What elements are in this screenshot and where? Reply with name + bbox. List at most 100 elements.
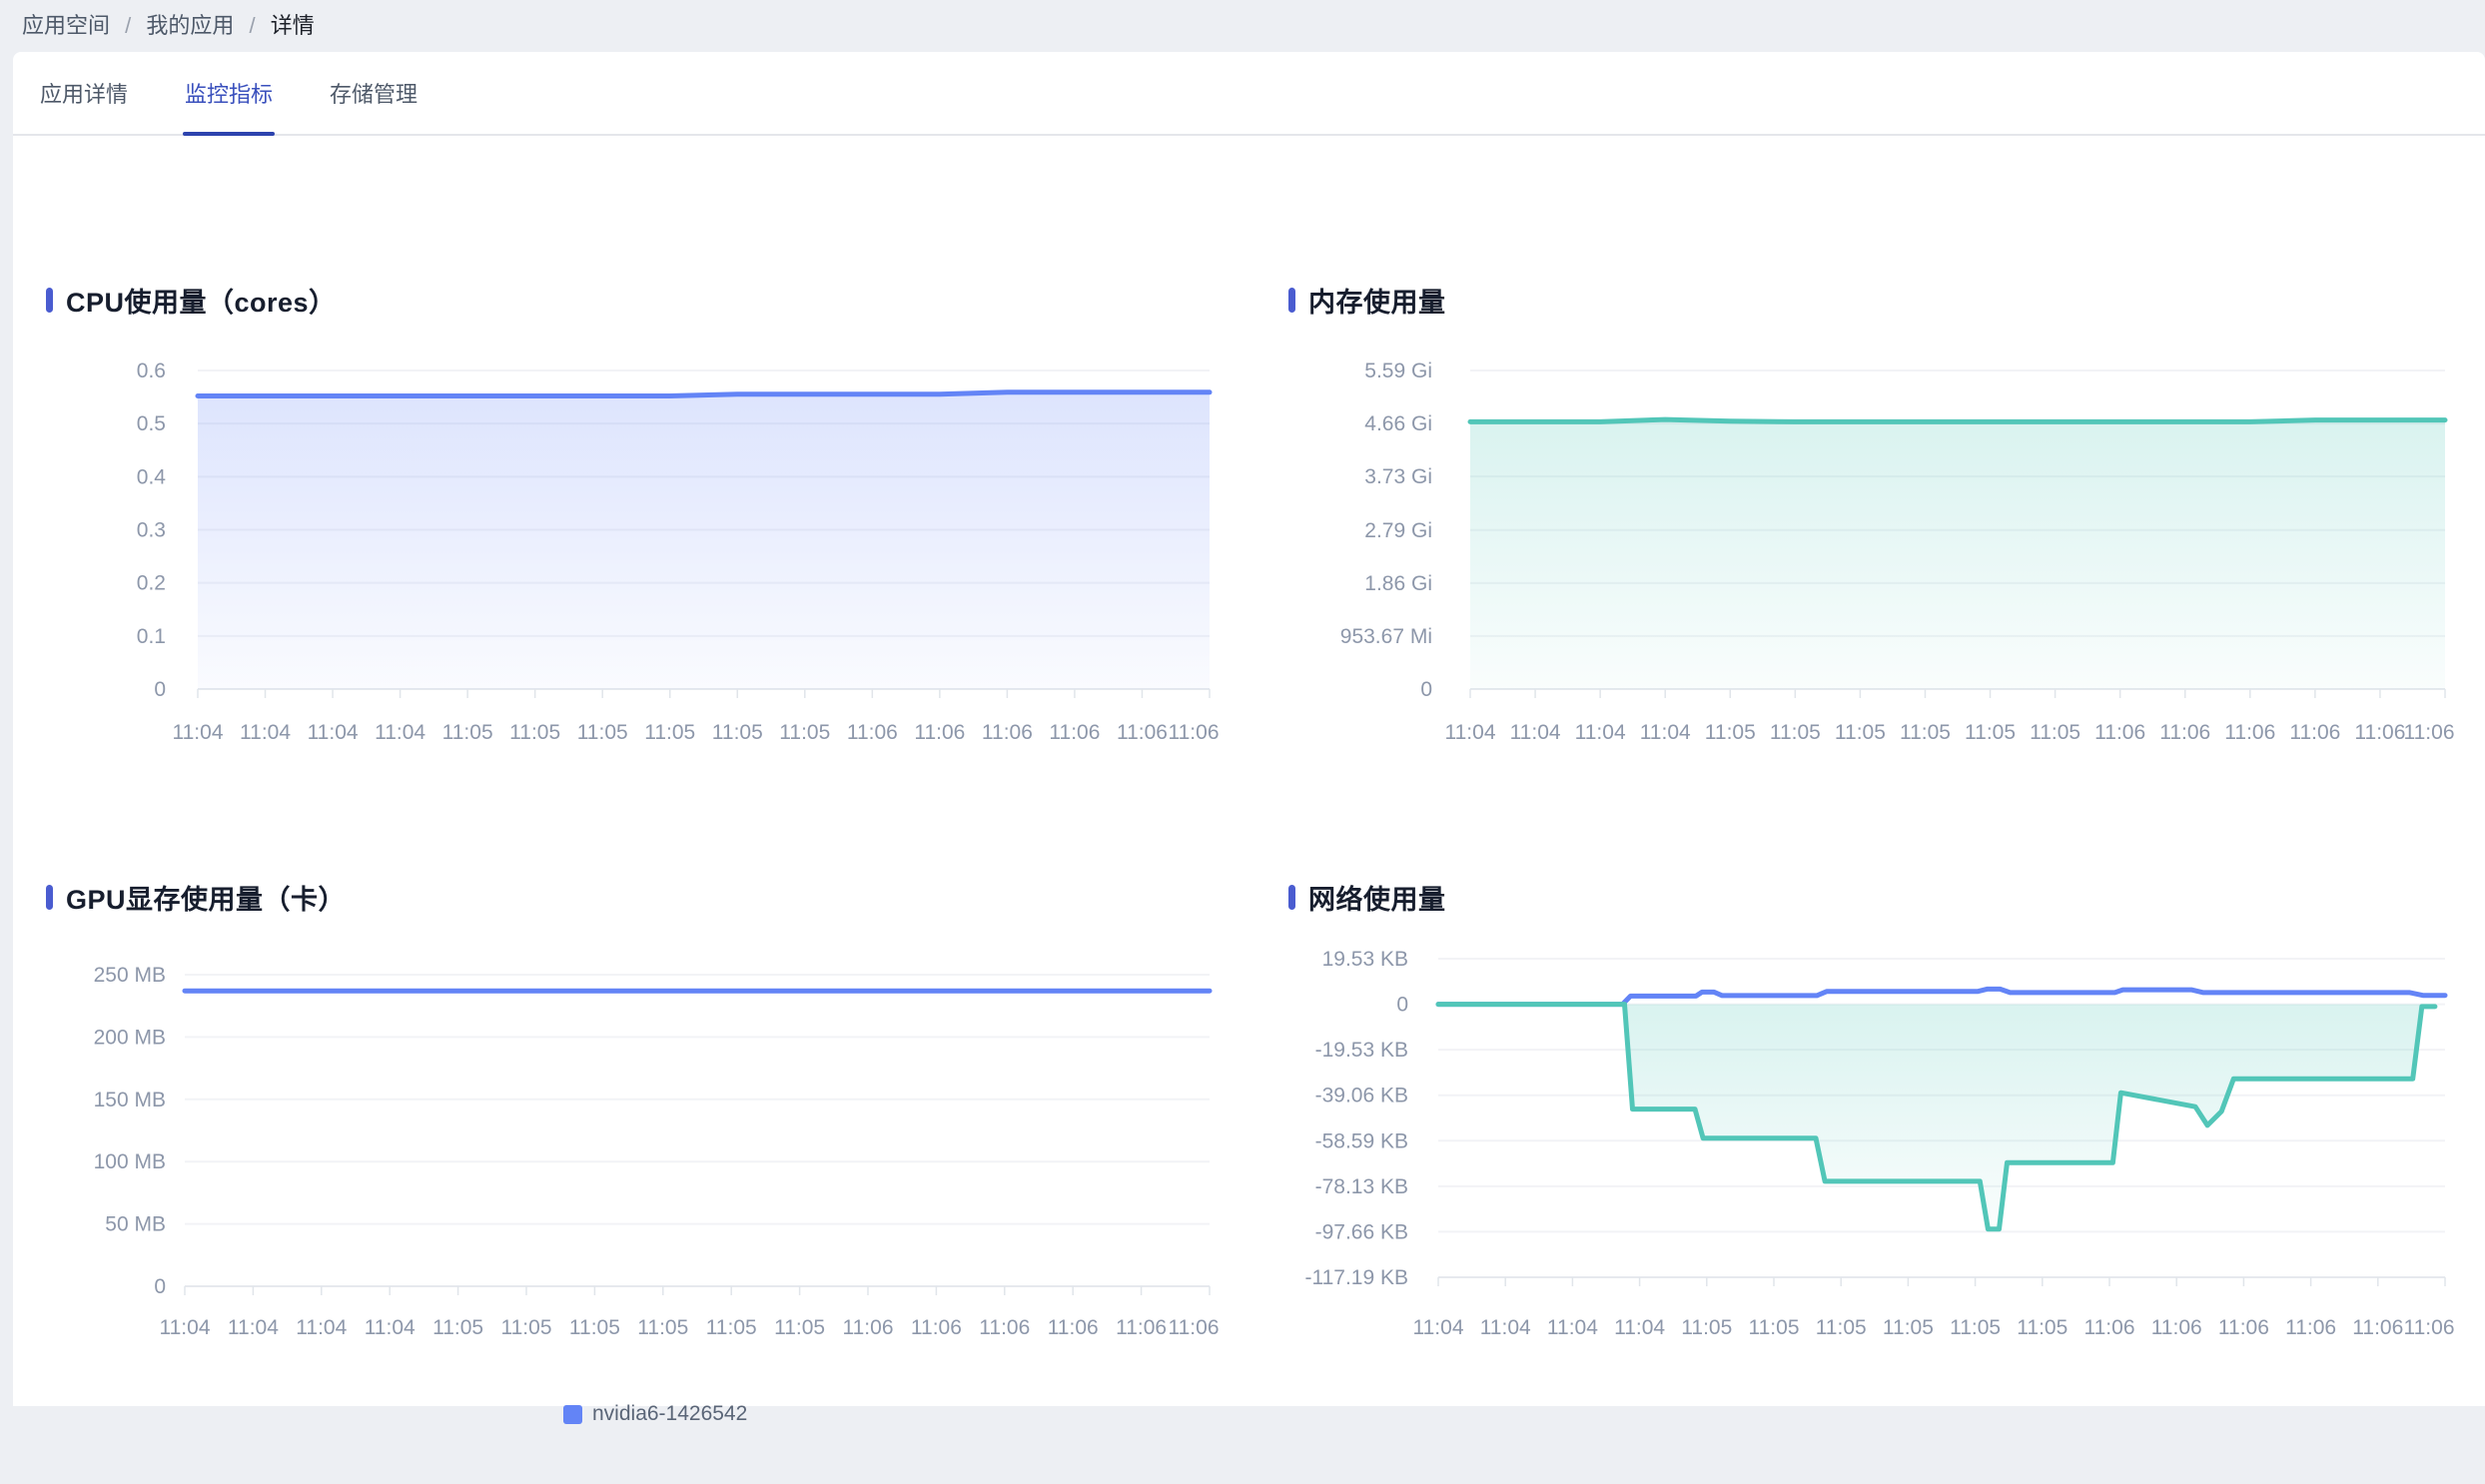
- x-axis-label: 11:05: [644, 721, 695, 744]
- tab-app-detail[interactable]: 应用详情: [38, 52, 130, 134]
- y-axis-label: 4.66 Gi: [1364, 412, 1432, 435]
- x-axis-label: 11:05: [1681, 1316, 1732, 1339]
- x-axis-labels: 11:04 11:04 11:04 11:04 11:05 11:05 11:05 11:05…: [1445, 721, 2455, 744]
- x-axis-label: 11:04: [240, 721, 291, 744]
- y-axis-labels: 5.59 Gi4.66 Gi3.73 Gi2.79 Gi1.86 Gi953.6…: [1340, 360, 1432, 701]
- y-axis-label: -97.66 KB: [1315, 1220, 1408, 1243]
- chart-title-text: CPU使用量（cores）: [66, 281, 337, 320]
- chart-network-usage: 网络使用量 19.53 KB0-19.53 KB-39.06 KB-58.59 …: [1282, 875, 2485, 1484]
- tab-monitoring-metrics[interactable]: 监控指标: [183, 52, 275, 134]
- chart-gpu-memory-usage: GPU显存使用量（卡） 250 MB200 MB150 MB100 MB50 M…: [40, 875, 1278, 1484]
- series-area: [1470, 419, 2445, 689]
- x-axis-label: 11:05: [1816, 1316, 1867, 1339]
- detail-card: 应用详情 监控指标 存储管理 CPU使用量（cores） 0.60.50.40.…: [13, 52, 2485, 1406]
- x-axis-label: 11:06: [2224, 721, 2275, 744]
- x-axis-label: 11:06: [2352, 1316, 2403, 1339]
- y-axis-label: -39.06 KB: [1315, 1085, 1408, 1108]
- breadcrumb-separator: /: [125, 13, 131, 38]
- breadcrumb-detail: 详情: [271, 13, 315, 38]
- x-axis-label: 11:05: [2017, 1316, 2068, 1339]
- x-axis-label: 11:04: [296, 1316, 347, 1339]
- chart-memory-usage: 内存使用量 5.59 Gi 4.66 Gi 3.73 Gi 2.79 Gi 1.86 G…: [1282, 278, 2485, 837]
- y-axis-labels: 19.53 KB0-19.53 KB-39.06 KB-58.59 KB-78.…: [1304, 948, 1408, 1289]
- x-axis-label: 11:04: [160, 1316, 211, 1339]
- gpu-chart-canvas: 250 MB200 MB150 MB100 MB50 MB011:0411:04…: [40, 935, 1278, 1364]
- series-area: [198, 392, 1210, 689]
- chart-title: CPU使用量（cores）: [46, 282, 337, 318]
- title-marker-icon: [1288, 885, 1295, 910]
- x-axis-label: 11:06: [1169, 721, 1220, 744]
- cpu-chart-canvas: 0.60.50.40.30.20.10 11:04 11:04 11:04 11:04 1…: [40, 336, 1278, 765]
- y-axis-label: -117.19 KB: [1304, 1266, 1408, 1289]
- x-axis-label: 11:04: [1445, 721, 1496, 744]
- chart-title: 网络使用量: [1288, 879, 1446, 915]
- x-axis-label: 11:05: [1950, 1316, 2001, 1339]
- x-axis-label: 11:04: [1413, 1316, 1464, 1339]
- x-axis-label: 11:05: [1965, 721, 2016, 744]
- x-axis-label: 11:04: [228, 1316, 279, 1339]
- x-axis-label: 11:05: [2030, 721, 2080, 744]
- x-axis-label: 11:04: [173, 721, 224, 744]
- y-axis-label: 150 MB: [94, 1089, 166, 1112]
- y-axis-label: 100 MB: [94, 1150, 166, 1173]
- y-axis-label: 1.86 Gi: [1364, 572, 1432, 595]
- x-axis-label: 11:06: [2404, 721, 2455, 744]
- chart-title: 内存使用量: [1288, 282, 1446, 318]
- x-axis-label: 11:05: [779, 721, 830, 744]
- x-axis-label: 11:05: [774, 1316, 825, 1339]
- x-axis-label: 11:06: [2159, 721, 2210, 744]
- title-marker-icon: [1288, 288, 1295, 313]
- y-axis-label: 200 MB: [94, 1026, 166, 1049]
- x-axis-label: 11:05: [1835, 721, 1886, 744]
- x-axis-label: 11:06: [2094, 721, 2145, 744]
- x-axis-label: 11:04: [1480, 1316, 1531, 1339]
- y-axis-label: 0: [1420, 678, 1432, 701]
- y-axis-label: 2.79 Gi: [1364, 519, 1432, 542]
- x-axis-label: 11:04: [1575, 721, 1626, 744]
- gridlines: [185, 975, 1210, 1286]
- x-axis-label: 11:06: [914, 721, 965, 744]
- x-axis-label: 11:05: [1883, 1316, 1934, 1339]
- memory-chart-canvas: 5.59 Gi4.66 Gi3.73 Gi2.79 Gi1.86 Gi953.6…: [1282, 336, 2485, 765]
- y-axis-label: 5.59 Gi: [1364, 360, 1432, 382]
- y-axis-label: -58.59 KB: [1315, 1129, 1408, 1152]
- x-axis-label: 11:06: [2151, 1316, 2202, 1339]
- x-axis-label: 11:05: [1705, 721, 1756, 744]
- y-axis-labels: 0.60.50.40.30.20.10: [137, 360, 167, 701]
- breadcrumb-app-space[interactable]: 应用空间: [22, 13, 110, 38]
- y-axis-label: 3.73 Gi: [1364, 465, 1432, 488]
- y-axis-label: 0.4: [137, 465, 167, 488]
- x-axis-label: 11:06: [1049, 721, 1100, 744]
- x-axis-label: 11:04: [1640, 721, 1691, 744]
- breadcrumb: 应用空间 / 我的应用 / 详情: [22, 8, 315, 44]
- y-axis-label: 0.1: [137, 625, 166, 648]
- x-axis-label: 11:06: [2289, 721, 2340, 744]
- chart-title: GPU显存使用量（卡）: [46, 879, 346, 915]
- y-axis-label: 0: [154, 1275, 166, 1298]
- x-axis-label: 11:05: [509, 721, 560, 744]
- x-axis-label: 11:06: [847, 721, 898, 744]
- x-axis-label: 11:04: [375, 721, 425, 744]
- x-axis-ticks: [185, 1286, 1210, 1295]
- breadcrumb-my-apps[interactable]: 我的应用: [146, 13, 234, 38]
- x-axis-label: 11:04: [1547, 1316, 1598, 1339]
- y-axis-label: 0.6: [137, 360, 166, 382]
- network-chart-canvas: 19.53 KB0-19.53 KB-39.06 KB-58.59 KB-78.…: [1282, 935, 2485, 1364]
- y-axis-labels: 250 MB200 MB150 MB100 MB50 MB0: [94, 964, 166, 1298]
- x-axis-label: 11:05: [637, 1316, 688, 1339]
- x-axis-label: 11:04: [308, 721, 359, 744]
- x-axis-label: 11:04: [1510, 721, 1561, 744]
- x-axis-label: 11:06: [1169, 1316, 1220, 1339]
- x-axis-labels: 11:0411:0411:0411:0411:0511:0511:0511:05…: [160, 1316, 1220, 1339]
- x-axis-label: 11:05: [1749, 1316, 1800, 1339]
- x-axis-label: 11:04: [365, 1316, 415, 1339]
- x-axis-label: 11:06: [2218, 1316, 2269, 1339]
- x-axis-label: 11:06: [911, 1316, 962, 1339]
- x-axis-label: 11:06: [2404, 1316, 2455, 1339]
- x-axis-ticks: [198, 689, 1210, 698]
- tab-storage-management[interactable]: 存储管理: [328, 52, 419, 134]
- x-axis-labels: 11:0411:0411:0411:0411:0511:0511:0511:05…: [1413, 1316, 2455, 1339]
- y-axis-label: 0: [1396, 994, 1408, 1017]
- y-axis-label: 50 MB: [105, 1213, 166, 1236]
- x-axis-labels: 11:0411:0411:0411:0411:0511:0511:0511:05…: [173, 721, 1220, 744]
